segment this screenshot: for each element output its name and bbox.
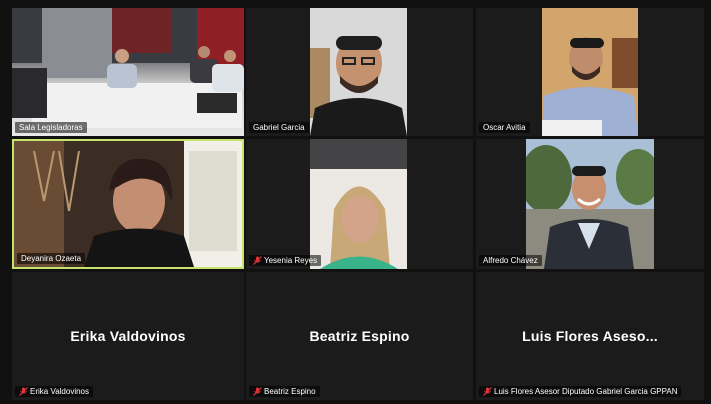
participant-nameplate: Oscar Avitia (479, 122, 530, 133)
participant-video (542, 8, 638, 136)
participant-image (526, 139, 654, 269)
participant-display-name: Luis Flores Aseso... (522, 328, 658, 344)
participant-name: Luis Flores Asesor Diputado Gabriel Garc… (494, 387, 678, 396)
microphone-muted-icon (253, 387, 262, 396)
participant-image (542, 8, 638, 136)
conference-room-image (12, 8, 244, 128)
video-tile-yesenia-reyes[interactable]: Yesenia Reyes (246, 139, 473, 269)
participant-image (14, 141, 242, 267)
video-tile-deyanira-ozaeta[interactable]: Deyanira Ozaeta (12, 139, 244, 269)
participant-video (14, 141, 242, 267)
participant-video (310, 8, 407, 136)
participant-nameplate: Sala Legisladoras (15, 122, 87, 133)
participant-video (526, 139, 654, 269)
participant-name: Oscar Avitia (483, 123, 526, 132)
participant-nameplate: Gabriel Garcia (249, 122, 309, 133)
video-tile-luis-flores[interactable]: Luis Flores Aseso... Luis Flores Asesor … (476, 272, 704, 400)
participant-nameplate: Luis Flores Asesor Diputado Gabriel Garc… (479, 386, 682, 397)
participant-name: Sala Legisladoras (19, 123, 83, 132)
microphone-muted-icon (19, 387, 28, 396)
video-tile-erika-valdovinos[interactable]: Erika Valdovinos Erika Valdovinos (12, 272, 244, 400)
participant-nameplate: Beatriz Espino (249, 386, 320, 397)
participant-nameplate: Deyanira Ozaeta (17, 253, 86, 264)
participant-name: Gabriel Garcia (253, 123, 305, 132)
video-tile-alfredo-chavez[interactable]: Alfredo Chávez (476, 139, 704, 269)
video-tile-oscar-avitia[interactable]: Oscar Avitia (476, 8, 704, 136)
participant-name: Alfredo Chávez (483, 256, 538, 265)
participant-video (310, 139, 407, 269)
participant-display-name: Erika Valdovinos (70, 328, 186, 344)
participant-name: Erika Valdovinos (30, 387, 89, 396)
video-tile-gabriel-garcia[interactable]: Gabriel Garcia (246, 8, 473, 136)
video-tile-beatriz-espino[interactable]: Beatriz Espino Beatriz Espino (246, 272, 473, 400)
participant-name: Yesenia Reyes (264, 256, 318, 265)
participant-display-name: Beatriz Espino (309, 328, 410, 344)
participant-nameplate: Yesenia Reyes (249, 255, 322, 266)
participant-image (310, 8, 407, 136)
participant-name: Beatriz Espino (264, 387, 316, 396)
participant-name: Deyanira Ozaeta (21, 254, 82, 263)
participant-image (310, 139, 407, 269)
video-tile-sala-legisladoras[interactable]: Sala Legisladoras (12, 8, 244, 136)
microphone-muted-icon (483, 387, 492, 396)
participant-nameplate: Erika Valdovinos (15, 386, 93, 397)
participant-video (12, 8, 244, 136)
participant-nameplate: Alfredo Chávez (479, 255, 542, 266)
microphone-muted-icon (253, 256, 262, 265)
